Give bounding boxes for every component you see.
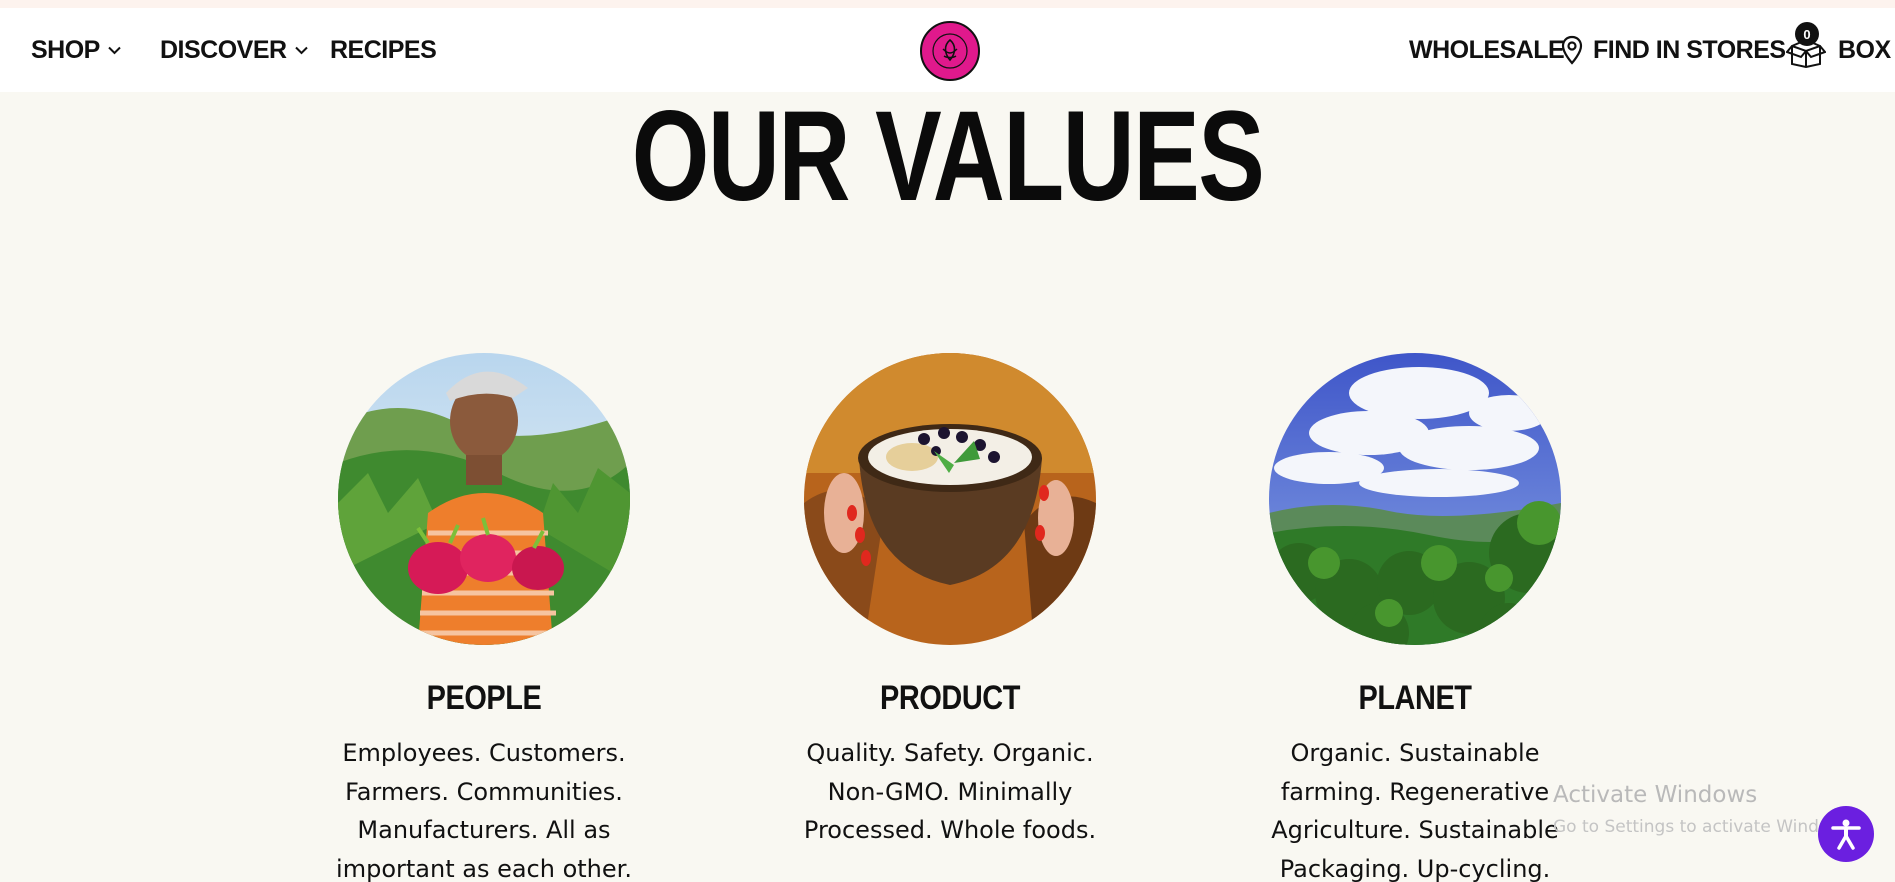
value-text-product: Quality. Safety. Organic. Non-GMO. Minim… xyxy=(780,734,1120,850)
value-card-planet: PLANET Organic. Sustainable farming. Reg… xyxy=(1245,353,1585,882)
nav-find-in-stores[interactable]: FIND IN STORES xyxy=(1561,8,1786,92)
section-heading: OUR VALUES xyxy=(631,85,1265,228)
text-line: Manufacturers. All as xyxy=(357,816,611,844)
nav-shop[interactable]: SHOP xyxy=(31,8,121,92)
text-line: Organic. Sustainable xyxy=(1290,739,1540,767)
nav-shop-label: SHOP xyxy=(31,35,100,64)
nav-wholesale-label: WHOLESALE xyxy=(1409,35,1565,64)
nav-find-in-stores-label: FIND IN STORES xyxy=(1593,35,1786,64)
text-line: Quality. Safety. Organic. xyxy=(806,739,1094,767)
text-line: Farmers. Communities. xyxy=(345,777,623,806)
value-title-planet: PLANET xyxy=(1358,679,1472,717)
accessibility-icon xyxy=(1831,819,1861,850)
chevron-down-icon xyxy=(294,46,308,55)
text-line: Agriculture. Sustainable xyxy=(1271,816,1559,844)
text-line: Employees. Customers. xyxy=(342,739,626,767)
nav-discover[interactable]: DISCOVER xyxy=(160,8,308,92)
planet-photo xyxy=(1269,353,1561,645)
map-pin-icon xyxy=(1561,35,1583,65)
accessibility-button[interactable] xyxy=(1818,806,1874,862)
value-card-product: PRODUCT Quality. Safety. Organic. Non-GM… xyxy=(780,353,1120,850)
people-photo xyxy=(338,353,630,645)
nav-recipes[interactable]: RECIPES xyxy=(330,8,437,92)
text-line: Non-GMO. Minimally xyxy=(827,777,1073,806)
nav-box[interactable]: BOX xyxy=(1786,8,1891,92)
nav-recipes-label: RECIPES xyxy=(330,35,437,64)
chevron-down-icon xyxy=(108,46,121,55)
value-text-planet: Organic. Sustainable farming. Regenerati… xyxy=(1245,734,1585,882)
text-line: important as each other. xyxy=(336,854,632,882)
value-title-people: PEOPLE xyxy=(426,679,542,717)
product-photo xyxy=(804,353,1096,645)
value-text-people: Employees. Customers. Farmers. Communiti… xyxy=(314,734,654,882)
nav-wholesale[interactable]: WHOLESALE xyxy=(1409,8,1565,92)
value-title-product: PRODUCT xyxy=(880,679,1020,717)
cart-count-badge: 0 xyxy=(1795,22,1819,46)
top-banner-strip xyxy=(0,0,1895,8)
value-card-people: PEOPLE Employees. Customers. Farmers. Co… xyxy=(314,353,654,882)
nav-discover-label: DISCOVER xyxy=(160,35,287,64)
activate-windows-title: Activate Windows xyxy=(1553,782,1758,808)
text-line: Packaging. Up-cycling. xyxy=(1279,854,1551,882)
logo-emblem-icon xyxy=(924,25,976,77)
text-line: farming. Regenerative xyxy=(1280,777,1550,806)
nav-box-label: BOX xyxy=(1838,35,1891,64)
text-line: Processed. Whole foods. xyxy=(803,816,1097,844)
main-navbar: SHOP DISCOVER RECIPES WHOLESALE FIND IN … xyxy=(0,8,1895,92)
pitaya-foods-logo[interactable] xyxy=(920,21,980,81)
activate-windows-subtitle: Go to Settings to activate Windows. xyxy=(1553,817,1858,837)
